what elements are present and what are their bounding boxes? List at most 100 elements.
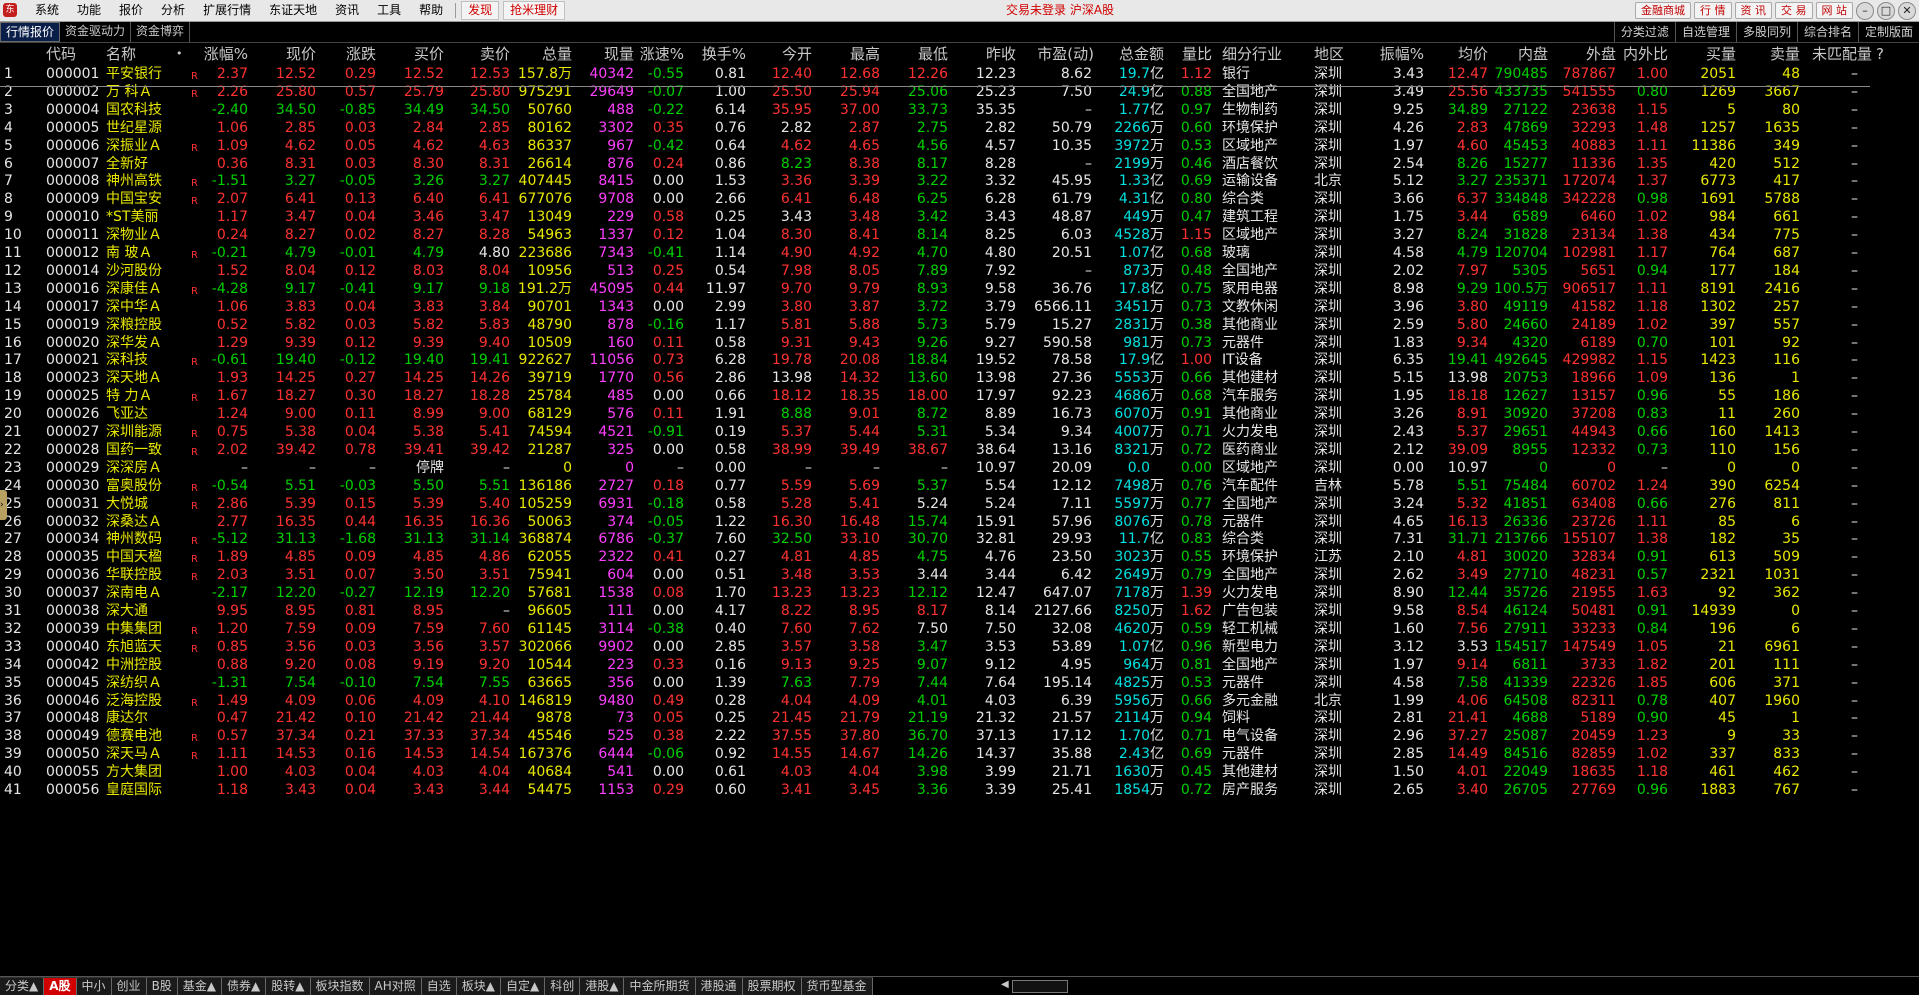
- market-tab-18[interactable]: 货币型基金: [801, 977, 873, 995]
- table-row[interactable]: 40 000055 方大集团 1.00 4.03 0.04 4.03 4.04 40684 541…: [0, 763, 1919, 781]
- menu-item-2[interactable]: 报价: [110, 0, 152, 21]
- column-header-17[interactable]: 总金额: [1100, 44, 1164, 65]
- scroll-left-icon[interactable]: ◀: [1001, 979, 1009, 990]
- column-header-28[interactable]: 未匹配量: [1802, 44, 1872, 65]
- table-row[interactable]: 12 000014 沙河股份 1.52 8.04 0.12 8.03 8.04 10956 513…: [0, 262, 1919, 280]
- sub-action-1[interactable]: 自选管理: [1674, 22, 1736, 42]
- table-row[interactable]: 39 000050 深天马Ａ 1.11 14.53 0.16 14.53 14.54 16737…: [0, 745, 1919, 763]
- table-row[interactable]: 38 000049 德赛电池 0.57 37.34 0.21 37.33 37.34 45546…: [0, 727, 1919, 745]
- market-tab-4[interactable]: B股: [146, 977, 178, 995]
- column-header-1[interactable]: 代码: [46, 44, 104, 65]
- table-row[interactable]: 27 000034 神州数码 -5.12 31.13 -1.68 31.13 31.14 368…: [0, 530, 1919, 548]
- menu-red-item-0[interactable]: 发现: [461, 1, 500, 20]
- table-row[interactable]: 18 000023 深天地Ａ 1.93 14.25 0.27 14.25 14.26 39719…: [0, 369, 1919, 387]
- column-header-16[interactable]: 市盈(动): [1022, 44, 1094, 65]
- menu-item-1[interactable]: 功能: [68, 0, 110, 21]
- column-header-6[interactable]: 买价: [384, 44, 444, 65]
- column-header-5[interactable]: 涨跌: [322, 44, 376, 65]
- help-icon[interactable]: ?: [1876, 44, 1890, 65]
- sub-action-0[interactable]: 分类过滤: [1613, 22, 1675, 42]
- table-row[interactable]: 36 000046 泛海控股 1.49 4.09 0.06 4.09 4.10 146819 94…: [0, 692, 1919, 710]
- market-tab-9[interactable]: AH对照: [369, 977, 422, 995]
- top-button-3[interactable]: 交 易: [1775, 2, 1813, 19]
- table-row[interactable]: 8 000009 中国宝安 2.07 6.41 0.13 6.40 6.41 677076 970…: [0, 190, 1919, 208]
- minimize-icon[interactable]: –: [1856, 1, 1874, 20]
- table-row[interactable]: 13 000016 深康佳Ａ -4.28 9.17 -0.41 9.17 9.18 191.2万…: [0, 280, 1919, 298]
- column-header-20[interactable]: 地区: [1314, 44, 1354, 65]
- table-row[interactable]: 23 000029 深深房Ａ – – – 停牌 –0 0–0.00– – –10.97 20.09 0.…: [0, 459, 1919, 477]
- table-row[interactable]: 34 000042 中洲控股 0.88 9.20 0.08 9.19 9.20 10544 223…: [0, 656, 1919, 674]
- column-header-18[interactable]: 量比: [1168, 44, 1212, 65]
- table-row[interactable]: 15 000019 深粮控股 0.52 5.82 0.03 5.82 5.83 48790 878…: [0, 316, 1919, 334]
- table-row[interactable]: 1 000001 平安银行 2.37 12.52 0.29 12.52 12.53 157.8万…: [0, 65, 1919, 83]
- column-header-27[interactable]: 卖量: [1742, 44, 1800, 65]
- market-tab-5[interactable]: 基金▲: [177, 977, 223, 995]
- table-row[interactable]: 14 000017 深中华Ａ 1.06 3.83 0.04 3.83 3.84 90701 134…: [0, 298, 1919, 316]
- table-row[interactable]: 19 000025 特 力Ａ 1.67 18.27 0.30 18.27 18.28 25784…: [0, 387, 1919, 405]
- column-header-24[interactable]: 外盘: [1556, 44, 1616, 65]
- table-row[interactable]: 24 000030 富奥股份 -0.54 5.51 -0.03 5.50 5.51 136186…: [0, 477, 1919, 495]
- column-header-25[interactable]: 内外比: [1618, 44, 1668, 65]
- market-tab-13[interactable]: 科创: [545, 977, 581, 995]
- column-header-12[interactable]: 今开: [758, 44, 812, 65]
- table-row[interactable]: 26 000032 深桑达Ａ 2.77 16.35 0.44 16.35 16.36 50063…: [0, 513, 1919, 531]
- table-row[interactable]: 32 000039 中集集团 1.20 7.59 0.09 7.59 7.60 61145 311…: [0, 620, 1919, 638]
- column-header-26[interactable]: 买量: [1676, 44, 1736, 65]
- column-header-19[interactable]: 细分行业: [1222, 44, 1306, 65]
- table-row[interactable]: 41 000056 皇庭国际 1.18 3.43 0.04 3.43 3.44 54475 115…: [0, 781, 1919, 799]
- column-header-9[interactable]: 现量: [578, 44, 634, 65]
- table-row[interactable]: 4 000005 世纪星源 1.06 2.85 0.03 2.84 2.85 80162 3302…: [0, 119, 1919, 137]
- table-row[interactable]: 3 000004 国农科技 -2.40 34.50 -0.85 34.49 34.50 5076…: [0, 101, 1919, 119]
- column-header-22[interactable]: 均价: [1432, 44, 1488, 65]
- menu-item-3[interactable]: 分析: [152, 0, 194, 21]
- table-row[interactable]: 25 000031 大悦城 2.86 5.39 0.15 5.39 5.40 105259 693…: [0, 495, 1919, 513]
- column-header-8[interactable]: 总量: [514, 44, 572, 65]
- market-tab-17[interactable]: 股票期权: [742, 977, 802, 995]
- top-button-0[interactable]: 金融商城: [1635, 2, 1691, 19]
- app-logo-icon[interactable]: 东: [3, 3, 17, 17]
- maximize-icon[interactable]: □: [1877, 1, 1895, 20]
- menu-item-0[interactable]: 系统: [26, 0, 68, 21]
- market-tab-1[interactable]: A股: [44, 977, 77, 995]
- table-row[interactable]: 7 000008 神州高铁 -1.51 3.27 -0.05 3.26 3.27 407445 8…: [0, 172, 1919, 190]
- sub-action-3[interactable]: 综合排名: [1796, 22, 1858, 42]
- table-row[interactable]: 21 000027 深圳能源 0.75 5.38 0.04 5.38 5.41 74594 452…: [0, 423, 1919, 441]
- horizontal-scrollbar[interactable]: [1012, 980, 1068, 993]
- sub-action-4[interactable]: 定制版面: [1857, 22, 1919, 42]
- market-tab-6[interactable]: 债券▲: [222, 977, 267, 995]
- table-row[interactable]: 16 000020 深华发Ａ 1.29 9.39 0.12 9.39 9.40 10509 160…: [0, 334, 1919, 352]
- column-header-10[interactable]: 涨速%: [638, 44, 684, 65]
- market-tab-11[interactable]: 板块▲: [456, 977, 501, 995]
- market-tab-15[interactable]: 中金所期货: [624, 977, 696, 995]
- table-row[interactable]: 22 000028 国药一致 2.02 39.42 0.78 39.41 39.42 21287…: [0, 441, 1919, 459]
- column-header-13[interactable]: 最高: [820, 44, 880, 65]
- table-row[interactable]: 6 000007 全新好 0.36 8.31 0.03 8.30 8.31 26614 876 0.…: [0, 155, 1919, 173]
- market-tab-0[interactable]: 分类▲: [0, 977, 45, 995]
- column-header-7[interactable]: 卖价: [446, 44, 510, 65]
- close-icon[interactable]: ✕: [1898, 1, 1916, 20]
- table-row[interactable]: 35 000045 深纺织Ａ -1.31 7.54 -0.10 7.54 7.55 63665 3…: [0, 674, 1919, 692]
- column-header-11[interactable]: 换手%: [686, 44, 746, 65]
- table-row[interactable]: 9 000010 *ST美丽 1.17 3.47 0.04 3.46 3.47 13049 229…: [0, 208, 1919, 226]
- table-row[interactable]: 37 000048 康达尔 0.47 21.42 0.10 21.42 21.44 9878 73…: [0, 709, 1919, 727]
- column-header-0[interactable]: [4, 44, 26, 65]
- table-row[interactable]: 11 000012 南 玻Ａ -0.21 4.79 -0.01 4.79 4.80 223686…: [0, 244, 1919, 262]
- left-panel-toggle-icon[interactable]: ›: [0, 490, 7, 520]
- sub-tab-1[interactable]: 资金驱动力: [60, 22, 132, 42]
- top-button-1[interactable]: 行 情: [1694, 2, 1732, 19]
- column-header-2[interactable]: 名称: [106, 44, 170, 65]
- menu-item-6[interactable]: 资讯: [326, 0, 368, 21]
- menu-item-5[interactable]: 东证天地: [260, 0, 326, 21]
- column-header-3[interactable]: 涨幅%: [188, 44, 248, 65]
- sub-tab-0[interactable]: 行情报价: [0, 22, 61, 42]
- market-tab-7[interactable]: 股转▲: [266, 977, 311, 995]
- column-header-14[interactable]: 最低: [888, 44, 948, 65]
- menu-item-4[interactable]: 扩展行情: [194, 0, 260, 21]
- table-row[interactable]: 20 000026 飞亚达 1.24 9.00 0.11 8.99 9.00 68129 576 0…: [0, 405, 1919, 423]
- market-tab-3[interactable]: 创业: [111, 977, 147, 995]
- table-row[interactable]: 28 000035 中国天楹 1.89 4.85 0.09 4.85 4.86 62055 232…: [0, 548, 1919, 566]
- table-row[interactable]: 5 000006 深振业Ａ 1.09 4.62 0.05 4.62 4.63 86337 967-…: [0, 137, 1919, 155]
- market-tab-10[interactable]: 自选: [421, 977, 457, 995]
- market-tab-12[interactable]: 自定▲: [501, 977, 546, 995]
- top-button-4[interactable]: 网 站: [1815, 2, 1853, 19]
